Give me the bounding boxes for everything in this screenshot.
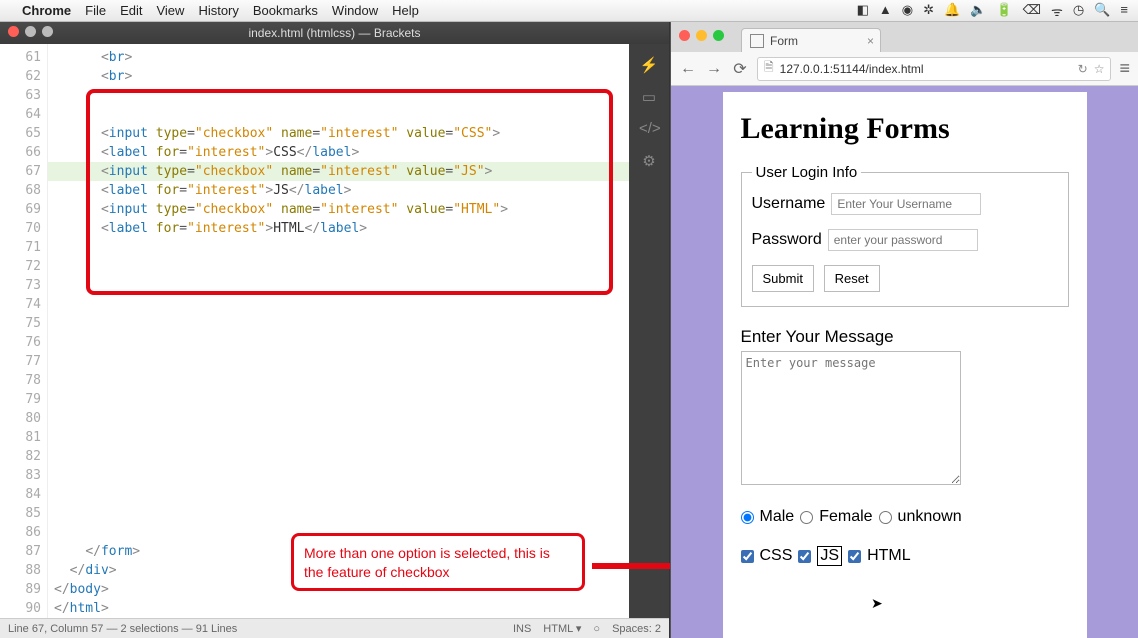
status-cursor: Line 67, Column 57 — 2 selections — 91 L… (8, 623, 237, 635)
check-label: CSS (760, 547, 793, 565)
check-html[interactable] (848, 550, 861, 563)
wifi-icon[interactable]: ⌫ (1023, 2, 1041, 20)
login-fieldset: User Login Info Username Password Submit… (741, 164, 1069, 307)
chrome-tabstrip: Form × (671, 22, 1138, 52)
mac-menubar: Chrome File Edit View History Bookmarks … (0, 0, 1138, 22)
menubar-app[interactable]: Chrome (22, 3, 71, 18)
menu-view[interactable]: View (156, 3, 184, 18)
bookmark-star-icon[interactable]: ☆ (1094, 62, 1105, 76)
rendered-page: Learning Forms User Login Info Username … (723, 92, 1087, 638)
menu-history[interactable]: History (198, 3, 238, 18)
radio-label: Female (819, 508, 872, 526)
check-css[interactable] (741, 550, 754, 563)
history-icon[interactable]: ↻ (1078, 62, 1088, 76)
message-textarea[interactable] (741, 351, 961, 485)
username-input[interactable] (831, 193, 981, 215)
window-close-icon[interactable] (8, 26, 19, 37)
page-heading: Learning Forms (741, 112, 1069, 146)
chrome-menu-icon[interactable]: ≡ (1119, 58, 1130, 79)
chrome-toolbar: ← → ⟳ 🗎 127.0.0.1:51144/index.html ↻ ☆ ≡ (671, 52, 1138, 86)
chrome-window: Form × ← → ⟳ 🗎 127.0.0.1:51144/index.htm… (670, 22, 1138, 638)
mouse-cursor-icon: ➤ (871, 595, 883, 612)
brackets-titlebar: index.html (htmlcss) — Brackets (0, 22, 669, 44)
browser-tab[interactable]: Form × (741, 28, 881, 52)
battery-icon[interactable]: 🔋 (996, 2, 1012, 20)
reload-icon[interactable]: ⟳ (731, 59, 749, 79)
interest-checks: CSS JS HTML (741, 546, 1069, 566)
extensions-icon[interactable]: ▭ (639, 88, 659, 106)
brackets-sidebar: ⚡ ▭ </> ⚙ (629, 44, 669, 618)
page-viewport[interactable]: Learning Forms User Login Info Username … (671, 86, 1138, 638)
check-js[interactable] (798, 550, 811, 563)
tab-close-icon[interactable]: × (867, 34, 874, 48)
status-ins[interactable]: INS (513, 623, 531, 635)
radio-male[interactable] (741, 511, 754, 524)
bell-icon[interactable]: 🔔 (944, 2, 960, 20)
search-icon[interactable]: 🔍 (1094, 2, 1110, 20)
check-label-focused: JS (817, 546, 842, 566)
username-label: Username (752, 195, 826, 213)
live-preview-icon[interactable]: ⚡ (639, 56, 659, 74)
settings-icon[interactable]: ⚙ (639, 152, 659, 170)
volume-icon[interactable]: 🔈 (970, 2, 986, 20)
line-gutter: 6162636465666768697071727374757677787980… (0, 44, 48, 618)
annotation-callout: More than one option is selected, this i… (291, 533, 585, 591)
brackets-title: index.html (htmlcss) — Brackets (248, 26, 420, 40)
wifi-icon[interactable]: ᯤ (1051, 2, 1063, 20)
fieldset-legend: User Login Info (752, 164, 862, 181)
clock-icon[interactable]: ◷ (1073, 2, 1084, 20)
menu-bookmarks[interactable]: Bookmarks (253, 3, 318, 18)
page-icon: 🗎 (764, 58, 774, 79)
tab-title: Form (770, 34, 798, 48)
menubar-status-icons: ◧ ▲ ◉ ✲ 🔔 🔈 🔋 ⌫ ᯤ ◷ 🔍 ≡ (857, 2, 1128, 20)
check-label: HTML (867, 547, 911, 565)
brackets-statusbar: Line 67, Column 57 — 2 selections — 91 L… (0, 618, 669, 638)
menu-file[interactable]: File (85, 3, 106, 18)
submit-button[interactable]: Submit (752, 265, 814, 292)
annotation-highlight-box (86, 89, 613, 295)
status-icon[interactable]: ◉ (902, 2, 913, 20)
code-icon[interactable]: </> (639, 120, 659, 138)
forward-icon[interactable]: → (705, 60, 723, 78)
password-input[interactable] (828, 229, 978, 251)
radio-label: unknown (898, 508, 962, 526)
url-text: 127.0.0.1:51144/index.html (780, 62, 924, 76)
back-icon[interactable]: ← (679, 60, 697, 78)
radio-female[interactable] (800, 511, 813, 524)
window-minimize-icon[interactable] (25, 26, 36, 37)
window-zoom-icon[interactable] (713, 30, 724, 41)
menu-edit[interactable]: Edit (120, 3, 142, 18)
menu-window[interactable]: Window (332, 3, 378, 18)
password-label: Password (752, 231, 822, 249)
address-bar[interactable]: 🗎 127.0.0.1:51144/index.html ↻ ☆ (757, 57, 1111, 81)
window-zoom-icon[interactable] (42, 26, 53, 37)
gender-radios: Male Female unknown (741, 508, 1069, 526)
status-icon[interactable]: ◧ (857, 2, 869, 20)
favicon-icon (750, 34, 764, 48)
status-lang[interactable]: HTML ▾ (543, 622, 581, 635)
status-icon[interactable]: ▲ (879, 2, 892, 20)
list-icon[interactable]: ≡ (1120, 2, 1128, 20)
status-spaces[interactable]: Spaces: 2 (612, 623, 661, 635)
window-close-icon[interactable] (679, 30, 690, 41)
status-icon[interactable]: ✲ (923, 2, 934, 20)
radio-label: Male (760, 508, 795, 526)
status-circle[interactable]: ○ (593, 623, 600, 635)
menu-help[interactable]: Help (392, 3, 419, 18)
window-minimize-icon[interactable] (696, 30, 707, 41)
message-label: Enter Your Message (741, 327, 1069, 347)
radio-unknown[interactable] (879, 511, 892, 524)
reset-button[interactable]: Reset (824, 265, 880, 292)
